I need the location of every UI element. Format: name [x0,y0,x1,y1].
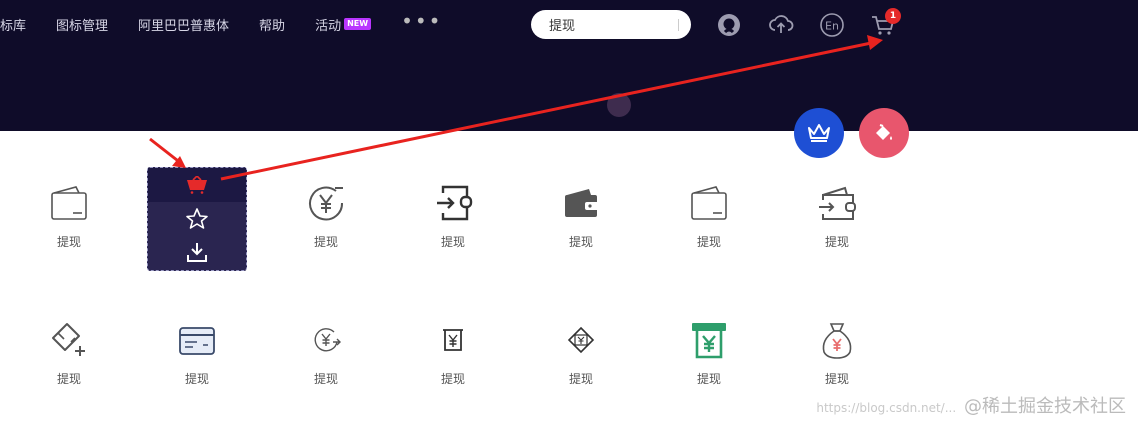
wallet-filled-icon [565,189,599,217]
yen-circle-minus-icon [309,186,344,221]
nav-alibaba-font[interactable]: 阿里巴巴普惠体 [138,15,229,34]
icon-label: 提现 [824,235,849,249]
icon-cell[interactable]: 提现 [147,320,247,420]
icon-label: 提现 [56,235,81,249]
yen-receipt-icon [443,329,463,351]
wallet-outline-icon [691,186,727,220]
yen-diamond-icon [567,326,595,354]
cart-count-badge: 1 [885,8,901,24]
search-box [531,10,691,39]
bank-card-icon [179,327,215,355]
icon-cell[interactable]: 提现 [531,183,631,283]
icon-label: 提现 [440,235,465,249]
icon-cell[interactable]: 提现 [787,183,887,283]
icon-hover-card [147,167,247,271]
download-icon [187,242,207,262]
icon-label: 提现 [568,372,593,386]
star-icon [186,207,208,229]
top-header: 图标库 图标管理 阿里巴巴普惠体 帮助 活动 NEW ••• En [0,0,1138,131]
atm-yen-icon [692,323,726,359]
icon-label: 提现 [184,372,209,386]
icon-label: 提现 [824,372,849,386]
loading-indicator [607,93,631,117]
search-input[interactable] [549,17,659,32]
icon-label: 提现 [696,235,721,249]
icon-label: 提现 [313,235,338,249]
card-plus-icon [52,323,85,356]
icon-label: 提现 [440,372,465,386]
new-badge: NEW [344,18,372,30]
money-bag-yen-icon [822,323,852,359]
icon-cell[interactable]: 提现 [403,183,503,283]
favorite-button[interactable] [148,202,246,235]
add-to-cart-icon [187,176,207,194]
icon-label: 提现 [56,372,81,386]
github-icon[interactable] [716,12,742,38]
icon-cell[interactable]: 提现 [19,183,119,283]
icon-label: 提现 [313,372,338,386]
nav-icon-management[interactable]: 图标管理 [56,15,108,34]
wallet-outline-icon [51,186,87,220]
svg-text:En: En [825,20,839,33]
nav-help[interactable]: 帮助 [259,15,285,34]
download-button[interactable] [148,235,246,268]
search-cursor [678,19,679,31]
watermark: https://blog.csdn.net/... @稀土掘金技术社区 [816,396,1126,417]
exit-arrow-icon [437,185,473,221]
more-menu-button[interactable]: ••• [401,9,442,33]
icon-cell[interactable]: 提现 [531,320,631,420]
icon-label: 提现 [568,235,593,249]
icon-cell[interactable]: 提现 [276,183,376,283]
icon-cell[interactable]: 提现 [403,320,503,420]
language-en-icon[interactable]: En [819,12,845,38]
add-to-cart-button[interactable] [148,168,246,202]
nav-activity[interactable]: 活动 NEW [315,15,372,34]
nav-icon-library[interactable]: 图标库 [0,15,26,34]
icon-cell[interactable]: 提现 [659,183,759,283]
icon-cell[interactable]: 提现 [276,320,376,420]
icon-cell[interactable]: 提现 [19,320,119,420]
icon-label: 提现 [696,372,721,386]
upload-cloud-icon[interactable] [768,12,794,38]
icon-cell[interactable]: 提现 [659,320,759,420]
main-nav: 图标库 图标管理 阿里巴巴普惠体 帮助 活动 NEW ••• [0,0,472,48]
wallet-transfer-icon [819,186,856,220]
yen-cycle-icon [314,328,341,352]
